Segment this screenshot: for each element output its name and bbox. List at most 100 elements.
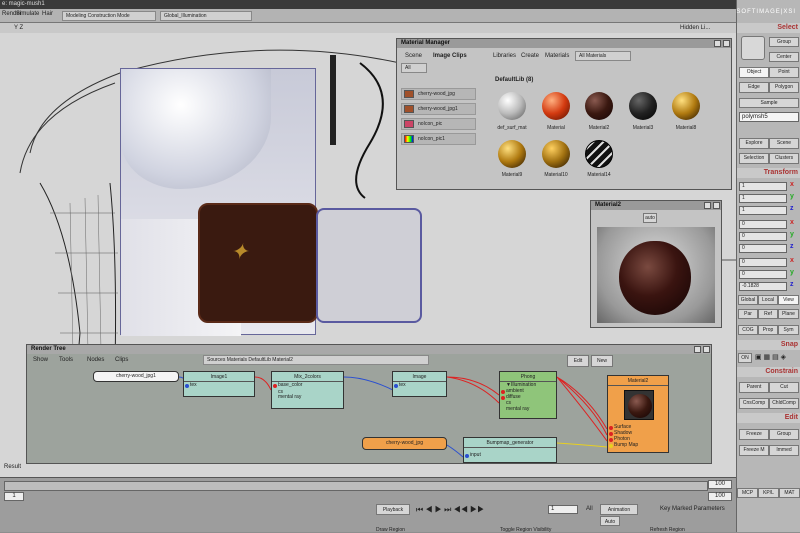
materials-filter-dropdown[interactable]: All Materials: [575, 51, 631, 61]
wood-sign-render: ✦: [198, 203, 318, 323]
global-button[interactable]: Global: [738, 295, 758, 305]
image-node[interactable]: Image tex: [392, 371, 447, 397]
status-draw-region: Draw Region: [376, 527, 405, 533]
material-manager-panel: Material Manager Scene Image Clips All c…: [396, 38, 732, 190]
cog-button[interactable]: COG: [738, 325, 758, 335]
animation-button[interactable]: Animation: [600, 504, 638, 515]
object-button[interactable]: Object: [739, 67, 769, 78]
axis-x-label: x: [790, 257, 794, 264]
sym-button[interactable]: Sym: [778, 325, 799, 335]
clip-item[interactable]: cherry-wood_jpg: [401, 88, 476, 100]
constrain-header: Constrain: [737, 367, 800, 377]
timeline-slider[interactable]: [4, 481, 708, 491]
menu-materials[interactable]: Materials: [545, 53, 569, 59]
softimage-logo: SOFTIMAGE|XSI: [736, 9, 796, 15]
pass-dropdown[interactable]: Global_Illumination: [160, 11, 252, 21]
point-button[interactable]: Point: [769, 67, 799, 78]
menu-libraries[interactable]: Libraries: [493, 53, 516, 59]
tab-mat[interactable]: MAT: [779, 488, 800, 498]
explore-button[interactable]: Explore: [739, 138, 769, 149]
scale-x-field[interactable]: 1: [739, 182, 787, 191]
snap-options-icon[interactable]: ▣ ▦ ▤ ◈: [755, 353, 786, 361]
playback-button[interactable]: Playback: [376, 504, 410, 515]
minimize-icon[interactable]: [704, 202, 711, 209]
sign-text: ✦: [230, 240, 249, 265]
group-button[interactable]: Group: [769, 37, 799, 47]
material-swatch-material3[interactable]: [629, 92, 657, 120]
freeze-button[interactable]: Freeze: [739, 429, 769, 440]
material-swatch-material9[interactable]: [498, 140, 526, 168]
image1-node[interactable]: Image1 tex: [183, 371, 255, 397]
ref-button[interactable]: Ref: [758, 309, 778, 319]
parent-button[interactable]: Parent: [739, 382, 769, 393]
par-button[interactable]: Par: [738, 309, 758, 319]
chldcomp-button[interactable]: ChldComp: [769, 398, 799, 409]
select-arrow-icon[interactable]: [741, 36, 765, 60]
transport-controls-icon[interactable]: ⏮ ◀ ▶ ⏭ ◀◀ ▶▶: [416, 505, 484, 515]
timeline-end2-field[interactable]: 100: [708, 492, 732, 501]
clip-node-cherry-wood-1[interactable]: cherry-wood_jpg1: [93, 371, 179, 382]
plane-button[interactable]: Plane: [778, 309, 799, 319]
phong-node[interactable]: Phong ▼Illumination ambient diffuse cs m…: [499, 371, 557, 419]
tab-kpl[interactable]: KP/L: [758, 488, 779, 498]
edge-button[interactable]: Edge: [739, 82, 769, 93]
material2-output-node[interactable]: Material2 Surface Shadow Photon Bump Map: [607, 375, 669, 453]
rotate-z-field[interactable]: 0: [739, 244, 787, 253]
bumpmap-generator-node[interactable]: Bumpmap_generator input: [463, 437, 557, 463]
clip-node-cherry-wood[interactable]: cherry-wood_jpg: [362, 437, 447, 450]
menu-hair[interactable]: Hair: [42, 11, 53, 17]
clusters-button[interactable]: Clusters: [769, 153, 799, 164]
view-button[interactable]: View: [778, 295, 799, 305]
prop-button[interactable]: Prop: [758, 325, 778, 335]
mode-dropdown[interactable]: Modeling Construction Mode: [62, 11, 156, 21]
menu-simulate[interactable]: Simulate: [16, 11, 39, 17]
cut-button[interactable]: Cut: [769, 382, 799, 393]
auto-key-button[interactable]: Auto: [600, 516, 620, 526]
current-frame-field[interactable]: 1: [548, 505, 578, 514]
material-swatch-material2[interactable]: [585, 92, 613, 120]
tab-scene[interactable]: Scene: [405, 53, 422, 59]
translate-z-field[interactable]: -0.1828: [739, 282, 787, 291]
clip-item[interactable]: noIcon_pic: [401, 118, 476, 130]
hidden-lines-label: Hidden Li...: [680, 25, 711, 31]
material-swatch-material8[interactable]: [672, 92, 700, 120]
clip-filter-dropdown[interactable]: All: [401, 63, 427, 73]
material-swatch-def-surf[interactable]: [498, 92, 526, 120]
translate-x-field[interactable]: 0: [739, 258, 787, 267]
freeze-m-button[interactable]: Freeze M: [739, 445, 769, 456]
close-icon[interactable]: [723, 40, 730, 47]
clip-item[interactable]: cherry-wood_jpg1: [401, 103, 476, 115]
key-params-label: Key Marked Parameters: [660, 506, 725, 512]
axis-z-label: z: [790, 243, 794, 250]
material-swatch-material14[interactable]: [585, 140, 613, 168]
tab-mcp[interactable]: MCP: [737, 488, 758, 498]
material-swatch-material[interactable]: [542, 92, 570, 120]
cnscomp-button[interactable]: CnsComp: [739, 398, 769, 409]
menu-create[interactable]: Create: [521, 53, 539, 59]
rotate-y-field[interactable]: 0: [739, 232, 787, 241]
tab-image-clips[interactable]: Image Clips: [433, 53, 467, 59]
close-icon[interactable]: [713, 202, 720, 209]
selection-button[interactable]: Selection: [739, 153, 769, 164]
polygon-button[interactable]: Polygon: [769, 82, 799, 93]
rotate-x-field[interactable]: 0: [739, 220, 787, 229]
scene-button[interactable]: Scene: [769, 138, 799, 149]
minimize-icon[interactable]: [714, 40, 721, 47]
material-swatch-material10[interactable]: [542, 140, 570, 168]
snap-on-button[interactable]: ON: [738, 353, 752, 363]
object-name-field[interactable]: polymsh5: [739, 112, 799, 122]
scale-z-field[interactable]: 1: [739, 206, 787, 215]
timeline-start-field[interactable]: 1: [4, 492, 24, 501]
center-button[interactable]: Center: [769, 52, 799, 62]
timeline-end-field[interactable]: 100: [708, 480, 732, 489]
scale-y-field[interactable]: 1: [739, 194, 787, 203]
sample-button[interactable]: Sample: [739, 98, 799, 108]
immed-button[interactable]: Immed: [769, 445, 799, 456]
auto-button[interactable]: auto: [643, 213, 657, 223]
translate-y-field[interactable]: 0: [739, 270, 787, 279]
edit-group-button[interactable]: Group: [769, 429, 799, 440]
local-button[interactable]: Local: [758, 295, 778, 305]
clip-item[interactable]: noIcon_pic1: [401, 133, 476, 145]
result-label: Result: [4, 464, 22, 470]
mix-2colors-node[interactable]: Mix_2colors base_color cs mental ray: [271, 371, 344, 409]
